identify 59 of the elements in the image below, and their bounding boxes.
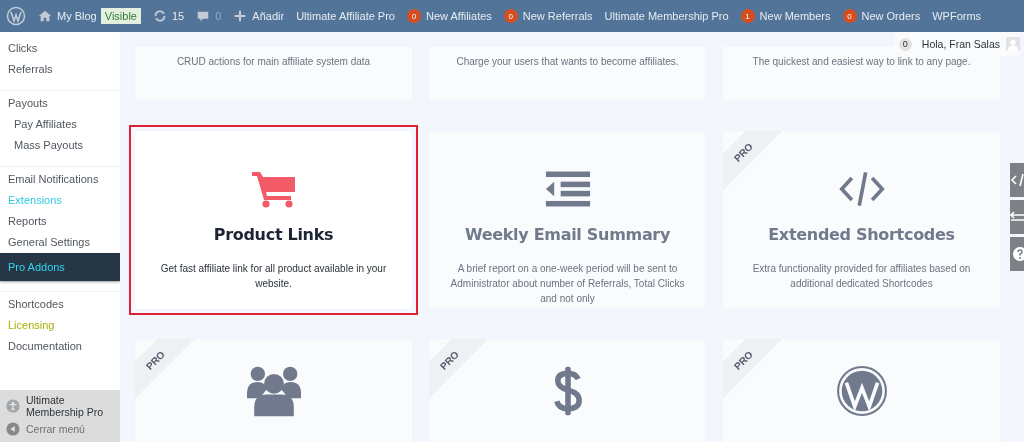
plugin-menu-link[interactable]: Ultimate Membership Pro	[26, 394, 118, 418]
admin-menu-link[interactable]: Ultimate Affiliate Pro	[296, 10, 395, 22]
outdent-list-icon	[544, 169, 591, 209]
count-badge: 0	[842, 9, 857, 23]
swap-tab[interactable]	[1010, 200, 1024, 234]
cart-icon	[250, 169, 297, 209]
addon-description: A brief report on a one-week period will be sent to Administrator about number of Referrals, Total Clicks and not only	[449, 262, 686, 306]
addon-title: Extended Shortcodes	[768, 224, 955, 246]
home-icon	[38, 9, 52, 23]
refresh-icon[interactable]	[152, 9, 167, 23]
sidebar-item[interactable]: Referrals	[0, 59, 120, 80]
help-icon	[1010, 247, 1024, 261]
addon-title: Weekly Email Summary	[464, 224, 671, 246]
users-icon	[246, 365, 301, 417]
count-badge: 1	[740, 9, 755, 23]
addon-description: The quickest and easiest way to link to any page.	[752, 55, 971, 69]
admin-menu-link[interactable]: New Orders	[861, 10, 921, 22]
addon-card[interactable]: Charge your users that wants to become affiliates.	[429, 46, 706, 101]
admin-menu-link[interactable]: Ultimate Membership Pro	[604, 10, 729, 22]
site-name[interactable]: My Blog	[57, 10, 97, 22]
addon-card[interactable]: Product Links Get fast affiliate link for all product available in your website.	[135, 131, 412, 309]
code-tab[interactable]	[1010, 163, 1024, 197]
addon-card[interactable]: CRUD actions for main affiliate system data	[135, 46, 412, 101]
sidebar-item[interactable]: Email Notifications	[0, 169, 120, 190]
updates-count[interactable]: 15	[171, 10, 185, 22]
addon-title: Product Links	[213, 224, 334, 246]
count-badge: 0	[407, 9, 421, 23]
sidebar-item[interactable]: Payouts	[0, 93, 120, 114]
admin-menu-link[interactable]: New Affiliates	[426, 10, 492, 22]
collapse-menu-link[interactable]: Cerrar menú	[26, 423, 85, 435]
wordpress-logo-icon[interactable]	[6, 6, 26, 26]
sidebar-subitem[interactable]: Pay Affiliates	[0, 114, 120, 135]
wordpress-icon	[834, 365, 889, 417]
sidebar-item[interactable]: Clicks	[0, 38, 120, 59]
sidebar-item[interactable]: Reports	[0, 211, 120, 232]
admin-menu-link[interactable]: WPForms	[932, 10, 982, 22]
sidebar-item[interactable]: Documentation	[0, 336, 120, 357]
sidebar-item[interactable]: General Settings	[0, 232, 120, 253]
admin-menu-link[interactable]: New Referrals	[522, 10, 593, 22]
addon-description: CRUD actions for main affiliate system data	[176, 55, 371, 69]
collapse-icon[interactable]	[6, 422, 20, 436]
admin-menu-link[interactable]: New Members	[759, 10, 831, 22]
notification-badge[interactable]: 0	[898, 37, 912, 51]
sidebar-item[interactable]: Pro Addons	[0, 253, 120, 281]
help-tab[interactable]	[1010, 237, 1024, 271]
person-icon	[6, 399, 20, 413]
plus-icon[interactable]	[233, 9, 248, 23]
sidebar-item[interactable]: Shortcodes	[0, 294, 120, 315]
visibility-badge: Visible	[100, 8, 141, 24]
comment-icon[interactable]	[196, 9, 211, 23]
add-new-link[interactable]: Añadir	[252, 10, 285, 22]
addon-description: Charge your users that wants to become affiliates.	[456, 55, 679, 69]
sidebar-subitem[interactable]: Mass Payouts	[0, 135, 120, 156]
addon-description: Extra functionality provided for affiliates based on additional dedicated Shortcodes	[751, 262, 972, 291]
code-icon	[838, 169, 885, 209]
addon-card[interactable]: Weekly Email Summary A brief report on a one-week period will be sent to Administrator about number of Referrals, Total Clicks and not only	[429, 131, 706, 309]
site-link[interactable]: My Blog	[38, 9, 97, 23]
addon-description: Get fast affiliate link for all product available in your website.	[159, 262, 388, 291]
count-badge: 0	[503, 9, 518, 23]
